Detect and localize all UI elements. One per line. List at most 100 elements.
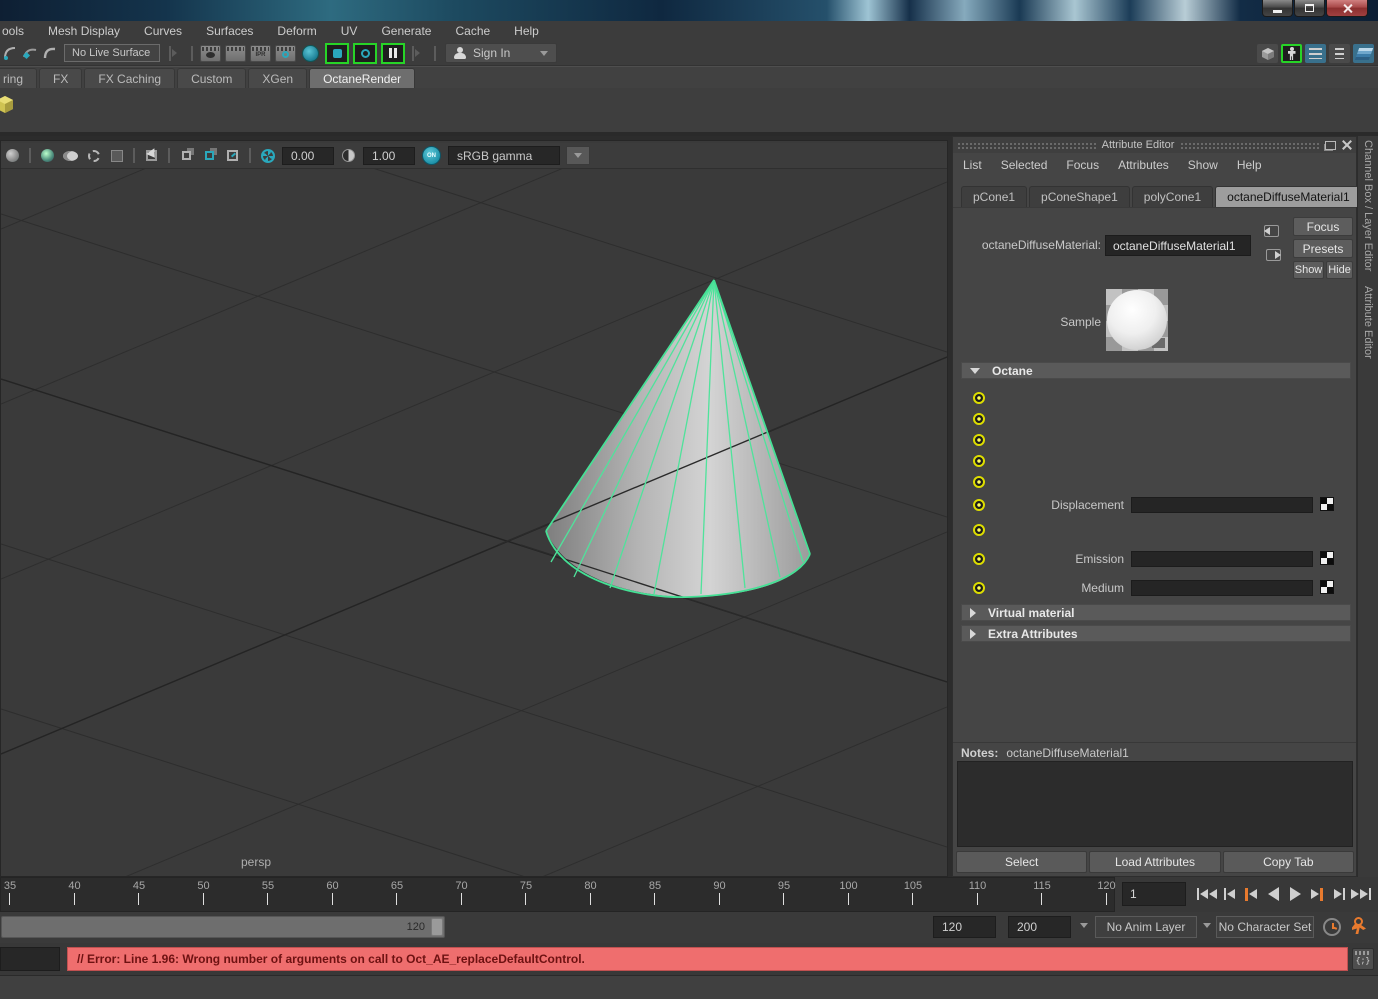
copy-buffer-icon[interactable]: [177, 147, 196, 165]
section-virtual-material[interactable]: Virtual material: [961, 604, 1351, 621]
sign-in-button[interactable]: Sign In: [445, 43, 557, 63]
octane-pause-icon[interactable]: [381, 42, 405, 64]
focus-button[interactable]: Focus: [1293, 217, 1353, 236]
chevron-down-icon[interactable]: [1080, 923, 1088, 928]
range-slider[interactable]: 120: [1, 916, 445, 938]
script-editor-icon[interactable]: {;}: [1352, 948, 1374, 970]
shelf-tab-octanerender[interactable]: OctaneRender: [309, 68, 416, 88]
channel-box-strip-tab[interactable]: Channel Box / Layer Editor: [1362, 140, 1374, 271]
play-backwards-button[interactable]: [1262, 881, 1284, 907]
shelf-tab-xgen[interactable]: XGen: [248, 68, 308, 88]
mel-command-input[interactable]: [0, 947, 60, 971]
close-panel-icon[interactable]: [1342, 140, 1352, 150]
snap-curve-icon[interactable]: [0, 43, 20, 63]
ipr-render-icon[interactable]: IPR: [250, 44, 271, 62]
step-back-frame-button[interactable]: [1218, 881, 1240, 907]
color-management-toggle[interactable]: ON: [422, 146, 441, 165]
select-region-icon[interactable]: [142, 147, 161, 165]
shelf-tab-rendering[interactable]: ring: [0, 68, 38, 88]
detach-panel-icon[interactable]: [1325, 140, 1337, 150]
anim-layer-button[interactable]: No Anim Layer: [1095, 916, 1197, 938]
play-forwards-button[interactable]: [1284, 881, 1306, 907]
live-surface-field[interactable]: No Live Surface: [64, 44, 160, 62]
map-indicator[interactable]: [973, 476, 985, 488]
chevron-down-icon[interactable]: [1203, 923, 1211, 928]
presets-button[interactable]: Presets: [1293, 239, 1353, 258]
character-set-button[interactable]: No Character Set: [1216, 916, 1314, 938]
close-button[interactable]: [1326, 0, 1368, 17]
auto-keyframe-icon[interactable]: [1323, 918, 1341, 936]
drag-handle-dots[interactable]: [957, 141, 1096, 149]
displacement-field[interactable]: [1131, 497, 1313, 513]
octane-render-target-icon[interactable]: [325, 42, 349, 64]
octane-shelf-cube-icon[interactable]: [0, 95, 15, 118]
circles-icon[interactable]: [61, 147, 80, 165]
show-button[interactable]: Show: [1293, 261, 1324, 279]
exposure-field[interactable]: 0.00: [282, 146, 334, 165]
crop-region-icon[interactable]: [223, 147, 242, 165]
shelf-tab-fx[interactable]: FX: [39, 68, 83, 88]
snap-magnet-icon[interactable]: [40, 43, 60, 63]
character-controls-icon[interactable]: [1281, 44, 1302, 63]
ae-menu-focus[interactable]: Focus: [1066, 158, 1099, 172]
menu-item-deform[interactable]: Deform: [277, 24, 316, 38]
material-sample-swatch[interactable]: [1106, 289, 1168, 351]
map-indicator[interactable]: [973, 413, 985, 425]
material-name-input[interactable]: octaneDiffuseMaterial1: [1105, 235, 1251, 256]
sphere-shaded-icon[interactable]: [3, 147, 22, 165]
ae-menu-show[interactable]: Show: [1188, 158, 1218, 172]
tab-pconeshape1[interactable]: pConeShape1: [1029, 186, 1130, 207]
step-forward-frame-button[interactable]: [1328, 881, 1350, 907]
section-octane[interactable]: Octane: [961, 362, 1351, 379]
attribute-editor-strip-tab[interactable]: Attribute Editor: [1362, 286, 1374, 359]
step-forward-key-button[interactable]: [1306, 881, 1328, 907]
playback-end-field[interactable]: 200: [1008, 916, 1071, 938]
viewport-canvas[interactable]: [1, 169, 947, 876]
map-indicator[interactable]: [973, 434, 985, 446]
layer-editor-icon[interactable]: [1353, 44, 1374, 63]
render-current-frame-icon[interactable]: [225, 44, 246, 62]
medium-field[interactable]: [1131, 580, 1313, 596]
color-profile-dropdown-arrow[interactable]: [566, 146, 590, 165]
material-ball-icon[interactable]: [38, 147, 57, 165]
animation-preferences-icon[interactable]: [1351, 917, 1369, 936]
go-to-end-button[interactable]: [1350, 881, 1372, 907]
ae-menu-attributes[interactable]: Attributes: [1118, 158, 1169, 172]
hide-button[interactable]: Hide: [1326, 261, 1353, 279]
channel-box-toggle-icon[interactable]: [1305, 44, 1326, 63]
ae-menu-selected[interactable]: Selected: [1001, 158, 1048, 172]
menu-item-generate[interactable]: Generate: [381, 24, 431, 38]
tab-polycone1[interactable]: polyCone1: [1131, 186, 1214, 207]
aperture-icon[interactable]: [258, 147, 277, 165]
toon-shader-icon[interactable]: [302, 44, 319, 62]
tab-octanediffusematerial1[interactable]: octaneDiffuseMaterial1: [1215, 186, 1362, 207]
minimize-button[interactable]: [1262, 0, 1293, 17]
modeling-toolkit-icon[interactable]: [1257, 44, 1278, 63]
medium-map-button[interactable]: [1320, 580, 1334, 594]
command-error-output[interactable]: // Error: Line 1.96: Wrong number of arg…: [67, 947, 1348, 971]
contrast-icon[interactable]: [339, 147, 358, 165]
menu-item-surfaces[interactable]: Surfaces: [206, 24, 253, 38]
octane-settings-icon[interactable]: [353, 42, 377, 64]
go-to-start-button[interactable]: [1196, 881, 1218, 907]
current-frame-field[interactable]: 1: [1122, 882, 1186, 906]
menu-item-tools[interactable]: ools: [2, 24, 24, 38]
load-attributes-button[interactable]: Load Attributes: [1089, 851, 1221, 873]
time-ruler[interactable]: 35 40 45 50 55 60 65 70 75 80 85 90 95 100 105 110 115 12…: [0, 877, 1116, 912]
shelf-tab-fx-caching[interactable]: FX Caching: [84, 68, 176, 88]
menu-item-uv[interactable]: UV: [341, 24, 358, 38]
restore-button[interactable]: [1294, 0, 1325, 17]
drag-handle-dots[interactable]: [1180, 141, 1320, 149]
playback-start-field[interactable]: 120: [933, 916, 996, 938]
shelf-tab-custom[interactable]: Custom: [177, 68, 247, 88]
square-region-icon[interactable]: [107, 147, 126, 165]
step-back-key-button[interactable]: [1240, 881, 1262, 907]
menu-item-cache[interactable]: Cache: [455, 24, 490, 38]
render-settings-icon[interactable]: [275, 44, 296, 62]
select-button[interactable]: Select: [956, 851, 1088, 873]
map-indicator[interactable]: [973, 392, 985, 404]
range-handle[interactable]: [431, 918, 443, 936]
menu-item-help[interactable]: Help: [514, 24, 539, 38]
displacement-map-button[interactable]: [1320, 497, 1334, 511]
attribute-editor-header[interactable]: Attribute Editor: [953, 137, 1356, 153]
